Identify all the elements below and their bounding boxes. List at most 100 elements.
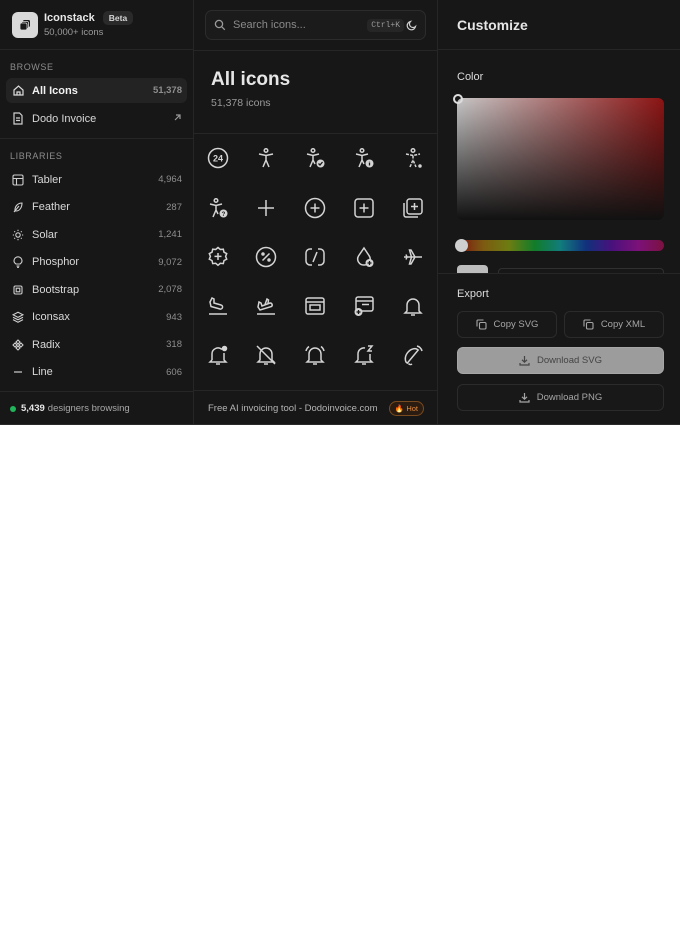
library-line[interactable]: Line 606 bbox=[6, 360, 187, 385]
file-icon bbox=[11, 112, 25, 126]
export-label: Export bbox=[457, 288, 489, 300]
icon-grid: 24 ? bbox=[194, 135, 437, 389]
library-bootstrap[interactable]: Bootstrap 2,078 bbox=[6, 277, 187, 302]
brand-name: Iconstack bbox=[44, 12, 95, 24]
square-plus-icon[interactable] bbox=[351, 195, 377, 221]
library-label: Feather bbox=[32, 201, 70, 213]
main-header: All icons 51,378 icons bbox=[194, 50, 438, 134]
arrow-up-right-icon bbox=[173, 113, 182, 125]
library-count: 1,241 bbox=[158, 229, 182, 240]
beta-badge: Beta bbox=[102, 11, 134, 25]
library-feather[interactable]: Feather 287 bbox=[6, 195, 187, 220]
color-label: Color bbox=[457, 71, 484, 83]
library-label: Radix bbox=[32, 338, 61, 351]
library-count: 2,078 bbox=[158, 284, 182, 295]
nav-count: 51,378 bbox=[152, 85, 182, 96]
copy-xml-button[interactable]: Copy XML bbox=[564, 311, 664, 338]
promo-text[interactable]: Free AI invoicing tool - Dodoinvoice.com bbox=[208, 403, 389, 414]
library-solar[interactable]: Solar 1,241 bbox=[6, 222, 187, 247]
radix-icon bbox=[11, 338, 25, 352]
alarm-bell-icon[interactable] bbox=[302, 342, 328, 368]
library-count: 4,964 bbox=[158, 174, 182, 185]
library-label: Iconsax bbox=[32, 311, 70, 323]
accessible-icon[interactable] bbox=[253, 145, 279, 171]
libraries-label: LIBRARIES bbox=[10, 151, 63, 161]
window-icon[interactable] bbox=[302, 293, 328, 319]
shortcut-hint: Ctrl+K bbox=[367, 18, 404, 32]
search-bar[interactable]: Search icons... Ctrl+K bbox=[205, 10, 426, 40]
plus-icon[interactable] bbox=[253, 195, 279, 221]
bell-z-icon[interactable] bbox=[351, 342, 377, 368]
copy-icon bbox=[475, 319, 487, 330]
search-input[interactable]: Search icons... bbox=[233, 19, 367, 31]
svg-text:24: 24 bbox=[213, 154, 223, 164]
browsing-text: designers browsing bbox=[47, 403, 130, 414]
library-count: 9,072 bbox=[158, 256, 182, 268]
plane-icon[interactable] bbox=[400, 244, 426, 270]
feather-icon bbox=[11, 200, 25, 214]
download-png-label: Download PNG bbox=[536, 392, 603, 403]
accessible-off-icon[interactable] bbox=[400, 145, 426, 171]
lightbulb-icon bbox=[11, 255, 25, 269]
hue-slider-handle[interactable] bbox=[455, 239, 468, 252]
library-label: Tabler bbox=[32, 173, 62, 186]
badge-plus-icon[interactable] bbox=[205, 244, 231, 270]
promo-banner[interactable]: Free AI invoicing tool - Dodoinvoice.com… bbox=[194, 390, 438, 424]
library-label: Solar bbox=[32, 228, 58, 241]
browsing-count: 5,439 bbox=[21, 403, 45, 414]
plane-arrival-icon[interactable] bbox=[205, 293, 231, 319]
bell-off-icon[interactable] bbox=[253, 342, 279, 368]
color-picker[interactable] bbox=[453, 94, 664, 220]
clock-24-icon[interactable]: 24 bbox=[205, 145, 231, 171]
brand[interactable]: Iconstack Beta 50,000+ icons bbox=[0, 0, 193, 50]
circle-plus-icon[interactable] bbox=[302, 195, 328, 221]
copy-icon bbox=[583, 319, 594, 330]
bell-icon[interactable] bbox=[400, 293, 426, 319]
library-label: Phosphor bbox=[32, 256, 80, 268]
accessible-question-icon[interactable]: ? bbox=[205, 195, 231, 221]
bell-ring-2-icon[interactable] bbox=[400, 342, 426, 368]
library-count: 318 bbox=[166, 339, 182, 350]
layers-icon bbox=[11, 310, 25, 324]
svg-text:?: ? bbox=[222, 212, 226, 218]
nav-dodo-invoice[interactable]: Dodo Invoice bbox=[6, 106, 187, 131]
color-swatch[interactable] bbox=[457, 265, 488, 273]
library-tabler[interactable]: Tabler 4,964 bbox=[6, 167, 187, 192]
nav-all-icons[interactable]: All Icons 51,378 bbox=[6, 78, 187, 103]
droplet-plus-icon[interactable] bbox=[351, 244, 377, 270]
moon-icon[interactable] bbox=[406, 19, 417, 31]
hot-badge-label: Hot bbox=[406, 403, 418, 413]
download-png-button[interactable]: Download PNG bbox=[457, 384, 664, 411]
customize-panel: Customize Color Export Copy SVG Copy XML… bbox=[438, 0, 680, 424]
accessible-info-icon[interactable] bbox=[351, 145, 377, 171]
online-dot-icon bbox=[10, 405, 16, 412]
library-radix[interactable]: Radix 318 bbox=[6, 332, 187, 357]
nav-label: All Icons bbox=[32, 84, 78, 97]
nav-label: Dodo Invoice bbox=[32, 112, 97, 125]
window-plus-icon[interactable] bbox=[351, 293, 377, 319]
library-phosphor[interactable]: Phosphor 9,072 bbox=[6, 250, 187, 275]
color-picker-handle[interactable] bbox=[453, 94, 463, 104]
download-icon bbox=[519, 392, 530, 403]
color-input-row bbox=[457, 264, 664, 273]
hot-badge: 🔥 Hot bbox=[388, 400, 424, 416]
home-icon bbox=[11, 84, 25, 98]
download-svg-label: Download SVG bbox=[537, 355, 602, 366]
brand-subtitle: 50,000+ icons bbox=[44, 27, 104, 38]
squares-plus-icon[interactable] bbox=[400, 195, 426, 221]
minus-icon bbox=[11, 365, 25, 379]
download-icon bbox=[519, 355, 530, 366]
ad-circle-icon[interactable] bbox=[302, 244, 328, 270]
chip-icon bbox=[11, 283, 25, 297]
sun-icon bbox=[11, 228, 25, 242]
download-svg-button[interactable]: Download SVG bbox=[457, 347, 664, 374]
library-label: Bootstrap bbox=[32, 283, 80, 296]
hue-slider[interactable] bbox=[455, 239, 664, 252]
copy-svg-button[interactable]: Copy SVG bbox=[457, 311, 557, 338]
badge-percent-icon[interactable] bbox=[253, 244, 279, 270]
page-title: All icons bbox=[211, 69, 291, 90]
accessible-check-icon[interactable] bbox=[302, 145, 328, 171]
library-iconsax[interactable]: Iconsax 943 bbox=[6, 305, 187, 330]
bell-ringing-icon[interactable] bbox=[205, 342, 231, 368]
plane-departure-icon[interactable] bbox=[253, 293, 279, 319]
